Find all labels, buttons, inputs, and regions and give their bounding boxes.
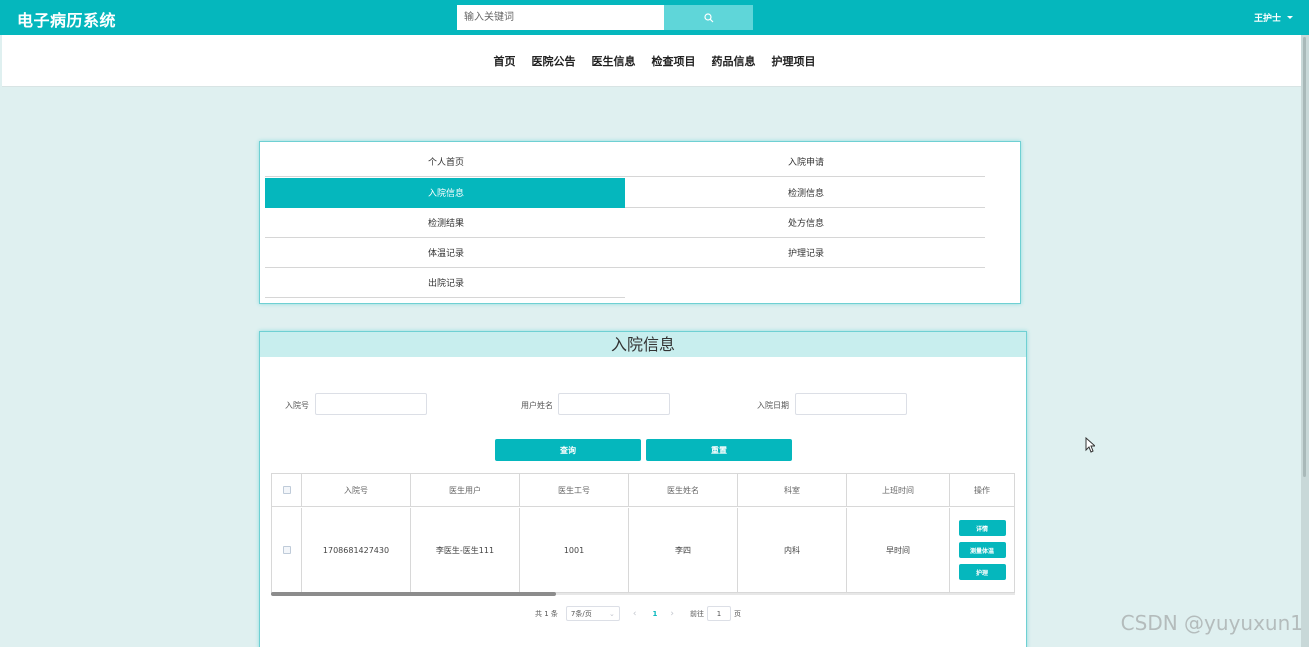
select-all-checkbox[interactable] (282, 486, 291, 494)
nav-item-nursing[interactable]: 护理项目 (772, 53, 816, 69)
main-nav: 首页 医院公告 医生信息 检查项目 药品信息 护理项目 (2, 35, 1301, 87)
page-scrollbar-thumb[interactable] (1303, 37, 1306, 477)
cell-shift-time: 早时间 (847, 508, 950, 592)
next-page-icon[interactable]: › (670, 609, 674, 619)
search-button[interactable] (664, 5, 753, 30)
goto-page-input[interactable]: 1 (707, 606, 731, 621)
col-header-doctor-id: 医生工号 (520, 474, 629, 507)
user-name-input[interactable] (558, 393, 670, 415)
app-title: 电子病历系统 (17, 11, 117, 30)
nav-item-announcements[interactable]: 医院公告 (532, 53, 576, 69)
nav-item-exams[interactable]: 检查项目 (652, 53, 696, 69)
nav-item-medicines[interactable]: 药品信息 (712, 53, 756, 69)
nursing-button[interactable]: 护理 (958, 564, 1006, 580)
col-header-actions: 操作 (950, 474, 1014, 507)
reset-button[interactable]: 重置 (646, 439, 792, 461)
filter-label-admission-date: 入院日期 (757, 401, 789, 410)
col-header-admission-no: 入院号 (302, 474, 411, 507)
menu-item-discharge[interactable]: 出院记录 (265, 268, 625, 298)
admission-table: 入院号 医生用户 医生工号 医生姓名 科室 上班时间 操作 1708681427… (271, 473, 1015, 593)
user-menu[interactable]: 王护士 (1254, 11, 1293, 24)
panel-title: 入院信息 (260, 332, 1026, 357)
nav-item-home[interactable]: 首页 (494, 53, 516, 69)
admission-no-input[interactable] (315, 393, 427, 415)
search-input[interactable] (457, 5, 664, 30)
goto-label: 前往 (690, 609, 704, 618)
menu-item-admission-apply[interactable]: 入院申请 (625, 147, 985, 177)
col-header-department: 科室 (738, 474, 847, 507)
user-menu-card: 个人首页 入院申请 入院信息 检测信息 检测结果 处方信息 体温记录 护理记录 … (259, 141, 1021, 304)
menu-item-test-results[interactable]: 检测结果 (265, 208, 625, 238)
filter-label-admission-no: 入院号 (285, 401, 309, 410)
detail-button[interactable]: 详情 (958, 520, 1006, 536)
menu-item-test-info[interactable]: 检测信息 (625, 178, 985, 208)
cell-doctor-name: 李四 (629, 508, 738, 592)
filter-label-user-name: 用户姓名 (521, 401, 553, 410)
query-button[interactable]: 查询 (495, 439, 641, 461)
cell-doctor-user: 李医生-医生111 (411, 508, 520, 592)
page-unit-label: 页 (734, 609, 741, 618)
pagination-total: 共 1 条 (535, 609, 558, 618)
mouse-cursor-icon (1085, 437, 1095, 453)
col-header-doctor-name: 医生姓名 (629, 474, 738, 507)
page-number-current[interactable]: 1 (653, 610, 658, 618)
table-scrollbar-thumb[interactable] (271, 592, 556, 596)
menu-item-nursing-records[interactable]: 护理记录 (625, 238, 985, 268)
search-icon (703, 12, 713, 22)
chevron-down-icon: ⌄ (609, 609, 615, 618)
top-bar: 电子病历系统 王护士 (0, 0, 1309, 35)
measure-temperature-button[interactable]: 测量体温 (958, 542, 1006, 558)
menu-item-admission-info[interactable]: 入院信息 (265, 178, 625, 208)
cell-admission-no: 1708681427430 (302, 508, 411, 592)
watermark: CSDN @yuyuxun1 (1120, 611, 1303, 635)
cell-doctor-id: 1001 (520, 508, 629, 592)
row-checkbox[interactable] (282, 546, 291, 554)
page-size-value: 7条/页 (570, 609, 592, 618)
page-size-select[interactable]: 7条/页 ⌄ (565, 606, 620, 621)
col-header-shift-time: 上班时间 (847, 474, 950, 507)
col-header-doctor-user: 医生用户 (411, 474, 520, 507)
cell-actions: 详情 测量体温 护理 (950, 508, 1014, 592)
user-name: 王护士 (1253, 14, 1281, 24)
menu-item-prescriptions[interactable]: 处方信息 (625, 208, 985, 238)
select-all-cell (272, 474, 302, 507)
admission-panel: 入院信息 入院号 用户姓名 入院日期 查询 重置 入院号 医生用户 医生工号 医… (259, 331, 1027, 647)
admission-date-input[interactable] (795, 393, 907, 415)
pagination: 共 1 条 7条/页 ⌄ ‹ 1 › 前往 1 页 (535, 606, 741, 621)
row-select-cell (272, 508, 302, 592)
nav-item-doctors[interactable]: 医生信息 (592, 53, 636, 69)
cell-department: 内科 (738, 508, 847, 592)
menu-item-profile[interactable]: 个人首页 (265, 147, 625, 177)
caret-down-icon (1287, 16, 1293, 19)
menu-item-temperature[interactable]: 体温记录 (265, 238, 625, 268)
prev-page-icon[interactable]: ‹ (633, 609, 637, 619)
